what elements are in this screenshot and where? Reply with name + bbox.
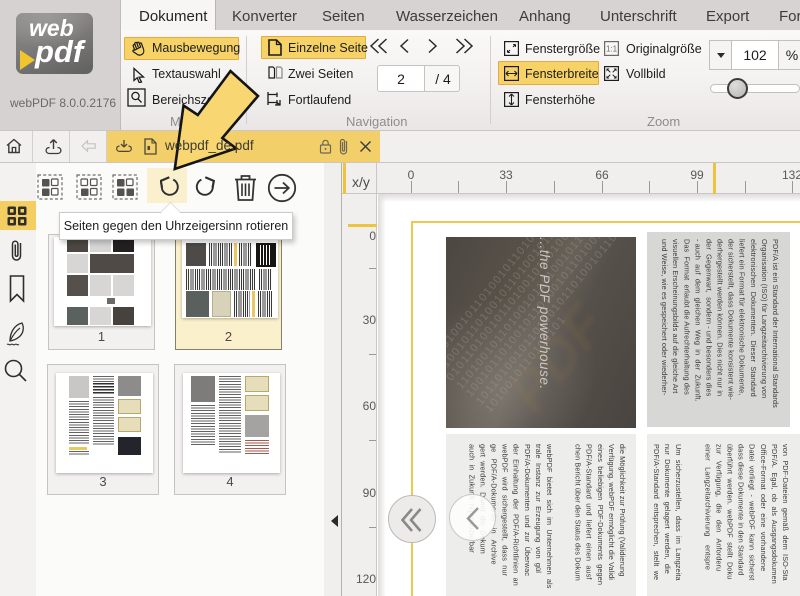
svg-text:1:1: 1:1 <box>606 45 618 54</box>
